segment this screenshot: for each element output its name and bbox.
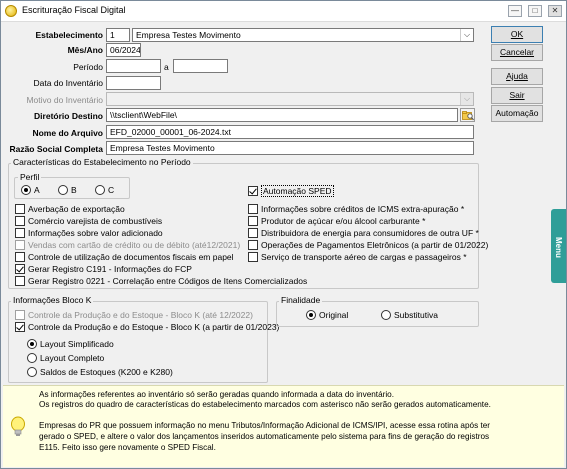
- mes-ano-input[interactable]: 06/2024: [106, 43, 141, 57]
- bloco-k-ate-2022-checkbox: Controle da Produção e do Estoque - Bloc…: [15, 309, 253, 320]
- help-button[interactable]: Ajuda: [491, 68, 543, 85]
- info-para2-line-3: E115. Feito isso gere novamente o SPED F…: [39, 443, 216, 452]
- finalidade-substitutiva-radio[interactable]: Substitutiva: [381, 309, 438, 320]
- radio-indicator: [95, 184, 105, 195]
- perfil-option-c-label: C: [108, 184, 115, 195]
- estabelecimento-select[interactable]: Empresa Testes Movimento ⌵: [132, 28, 474, 42]
- periodo-to-input[interactable]: [173, 59, 228, 73]
- layout-simplificado-radio[interactable]: Layout Simplificado: [27, 338, 114, 349]
- info-para2-line-1: Empresas do PR que possuem informação no…: [39, 421, 490, 430]
- averbacao-exportacao-checkbox[interactable]: Averbação de exportação: [15, 203, 125, 214]
- perfil-title: Perfil: [18, 172, 42, 182]
- radio-indicator: [21, 184, 31, 195]
- pagamentos-eletronicos-checkbox[interactable]: Operações de Pagamentos Eletrônicos (a p…: [248, 239, 488, 250]
- razao-social-label: Razão Social Completa: [9, 144, 103, 154]
- data-inventario-input[interactable]: [106, 76, 161, 90]
- window-title: Escrituração Fiscal Digital: [22, 5, 126, 15]
- app-icon: [5, 5, 17, 17]
- perfil-option-a-label: A: [34, 184, 40, 195]
- saldos-estoques-radio[interactable]: Saldos de Estoques (K200 e K280): [27, 366, 173, 377]
- cancel-button[interactable]: Cancelar: [491, 44, 543, 61]
- creditos-icms-checkbox[interactable]: Informações sobre créditos de ICMS extra…: [248, 203, 464, 214]
- data-inventario-label: Data do Inventário: [33, 78, 103, 88]
- perfil-option-c[interactable]: C: [95, 184, 114, 195]
- perfil-option-b-label: B: [71, 184, 77, 195]
- nome-arquivo-label: Nome do Arquivo: [32, 128, 103, 138]
- nome-arquivo-input[interactable]: EFD_02000_00001_06-2024.txt: [106, 125, 474, 139]
- automacao-sped-label: Automação SPED: [261, 184, 334, 197]
- minimize-button[interactable]: —: [508, 5, 522, 17]
- periodo-label: Período: [73, 62, 103, 72]
- estabelecimento-code-input[interactable]: 1: [106, 28, 130, 42]
- efd-dialog-window: Escrituração Fiscal Digital — □ ✕ Estabe…: [0, 0, 567, 469]
- radio-indicator: [58, 184, 68, 195]
- automation-button[interactable]: Automação: [491, 105, 543, 122]
- finalidade-title: Finalidade: [279, 295, 323, 305]
- motivo-inventario-label: Motivo do Inventário: [26, 95, 103, 105]
- info-para2-line-2: gerado o SPED, e altere o valor dos lanç…: [39, 432, 490, 441]
- registro-c191-checkbox[interactable]: Gerar Registro C191 - Informações do FCP: [15, 263, 192, 274]
- vendas-cartao-checkbox: Vendas com cartão de crédito ou de débit…: [15, 239, 240, 250]
- bloco-k-a-partir-2023-checkbox[interactable]: Controle da Produção e do Estoque - Bloc…: [15, 321, 279, 332]
- perfil-option-a[interactable]: A: [21, 184, 40, 195]
- lightbulb-icon: [11, 416, 25, 436]
- close-button[interactable]: ✕: [548, 5, 562, 17]
- chevron-down-icon[interactable]: ⌵: [460, 29, 473, 41]
- estabelecimento-select-value: Empresa Testes Movimento: [136, 30, 241, 40]
- browse-folder-button[interactable]: [460, 108, 475, 122]
- chevron-down-icon: ⌵: [460, 93, 473, 105]
- info-line-1: As informações referentes ao inventário …: [39, 390, 395, 399]
- razao-social-input[interactable]: Empresa Testes Movimento: [106, 141, 474, 155]
- diretorio-destino-label: Diretório Destino: [34, 111, 103, 121]
- caracteristicas-title: Características do Estabelecimento no Pe…: [11, 157, 193, 167]
- folder-search-icon: [462, 111, 474, 121]
- info-panel: As informações referentes ao inventário …: [3, 385, 564, 467]
- bloco-k-title: Informações Bloco K: [11, 295, 94, 305]
- info-line-2: Os registros do quadro de característica…: [39, 400, 491, 409]
- side-menu-label: Menu: [554, 237, 563, 258]
- distribuidora-energia-checkbox[interactable]: Distribuidora de energia para consumidor…: [248, 227, 479, 238]
- layout-completo-radio[interactable]: Layout Completo: [27, 352, 104, 363]
- transporte-aereo-checkbox[interactable]: Serviço de transporte aéreo de cargas e …: [248, 251, 467, 262]
- maximize-button[interactable]: □: [528, 5, 542, 17]
- finalidade-original-radio[interactable]: Original: [306, 309, 348, 320]
- periodo-from-input[interactable]: [106, 59, 161, 73]
- mes-ano-label: Mês/Ano: [67, 45, 103, 55]
- perfil-option-b[interactable]: B: [58, 184, 77, 195]
- motivo-inventario-select: ⌵: [106, 92, 474, 106]
- produtor-acucar-checkbox[interactable]: Produtor de açúcar e/ou álcool carburant…: [248, 215, 425, 226]
- checkbox-indicator: [248, 185, 258, 196]
- side-menu-tab[interactable]: Menu: [551, 209, 566, 283]
- comercio-combustiveis-checkbox[interactable]: Comércio varejista de combustíveis: [15, 215, 162, 226]
- diretorio-destino-input[interactable]: \\tsclient\WebFile\: [106, 108, 458, 122]
- documentos-papel-checkbox[interactable]: Controle de utilização de documentos fis…: [15, 251, 234, 262]
- estabelecimento-label: Estabelecimento: [35, 30, 103, 40]
- exit-button[interactable]: Sair: [491, 87, 543, 104]
- ok-button[interactable]: OK: [491, 26, 543, 43]
- registro-0221-checkbox[interactable]: Gerar Registro 0221 - Correlação entre C…: [15, 275, 307, 286]
- automacao-sped-checkbox[interactable]: Automação SPED: [248, 184, 334, 197]
- title-bar: Escrituração Fiscal Digital — □ ✕: [1, 1, 566, 22]
- periodo-separator: a: [164, 62, 169, 72]
- valor-adicionado-checkbox[interactable]: Informações sobre valor adicionado: [15, 227, 163, 238]
